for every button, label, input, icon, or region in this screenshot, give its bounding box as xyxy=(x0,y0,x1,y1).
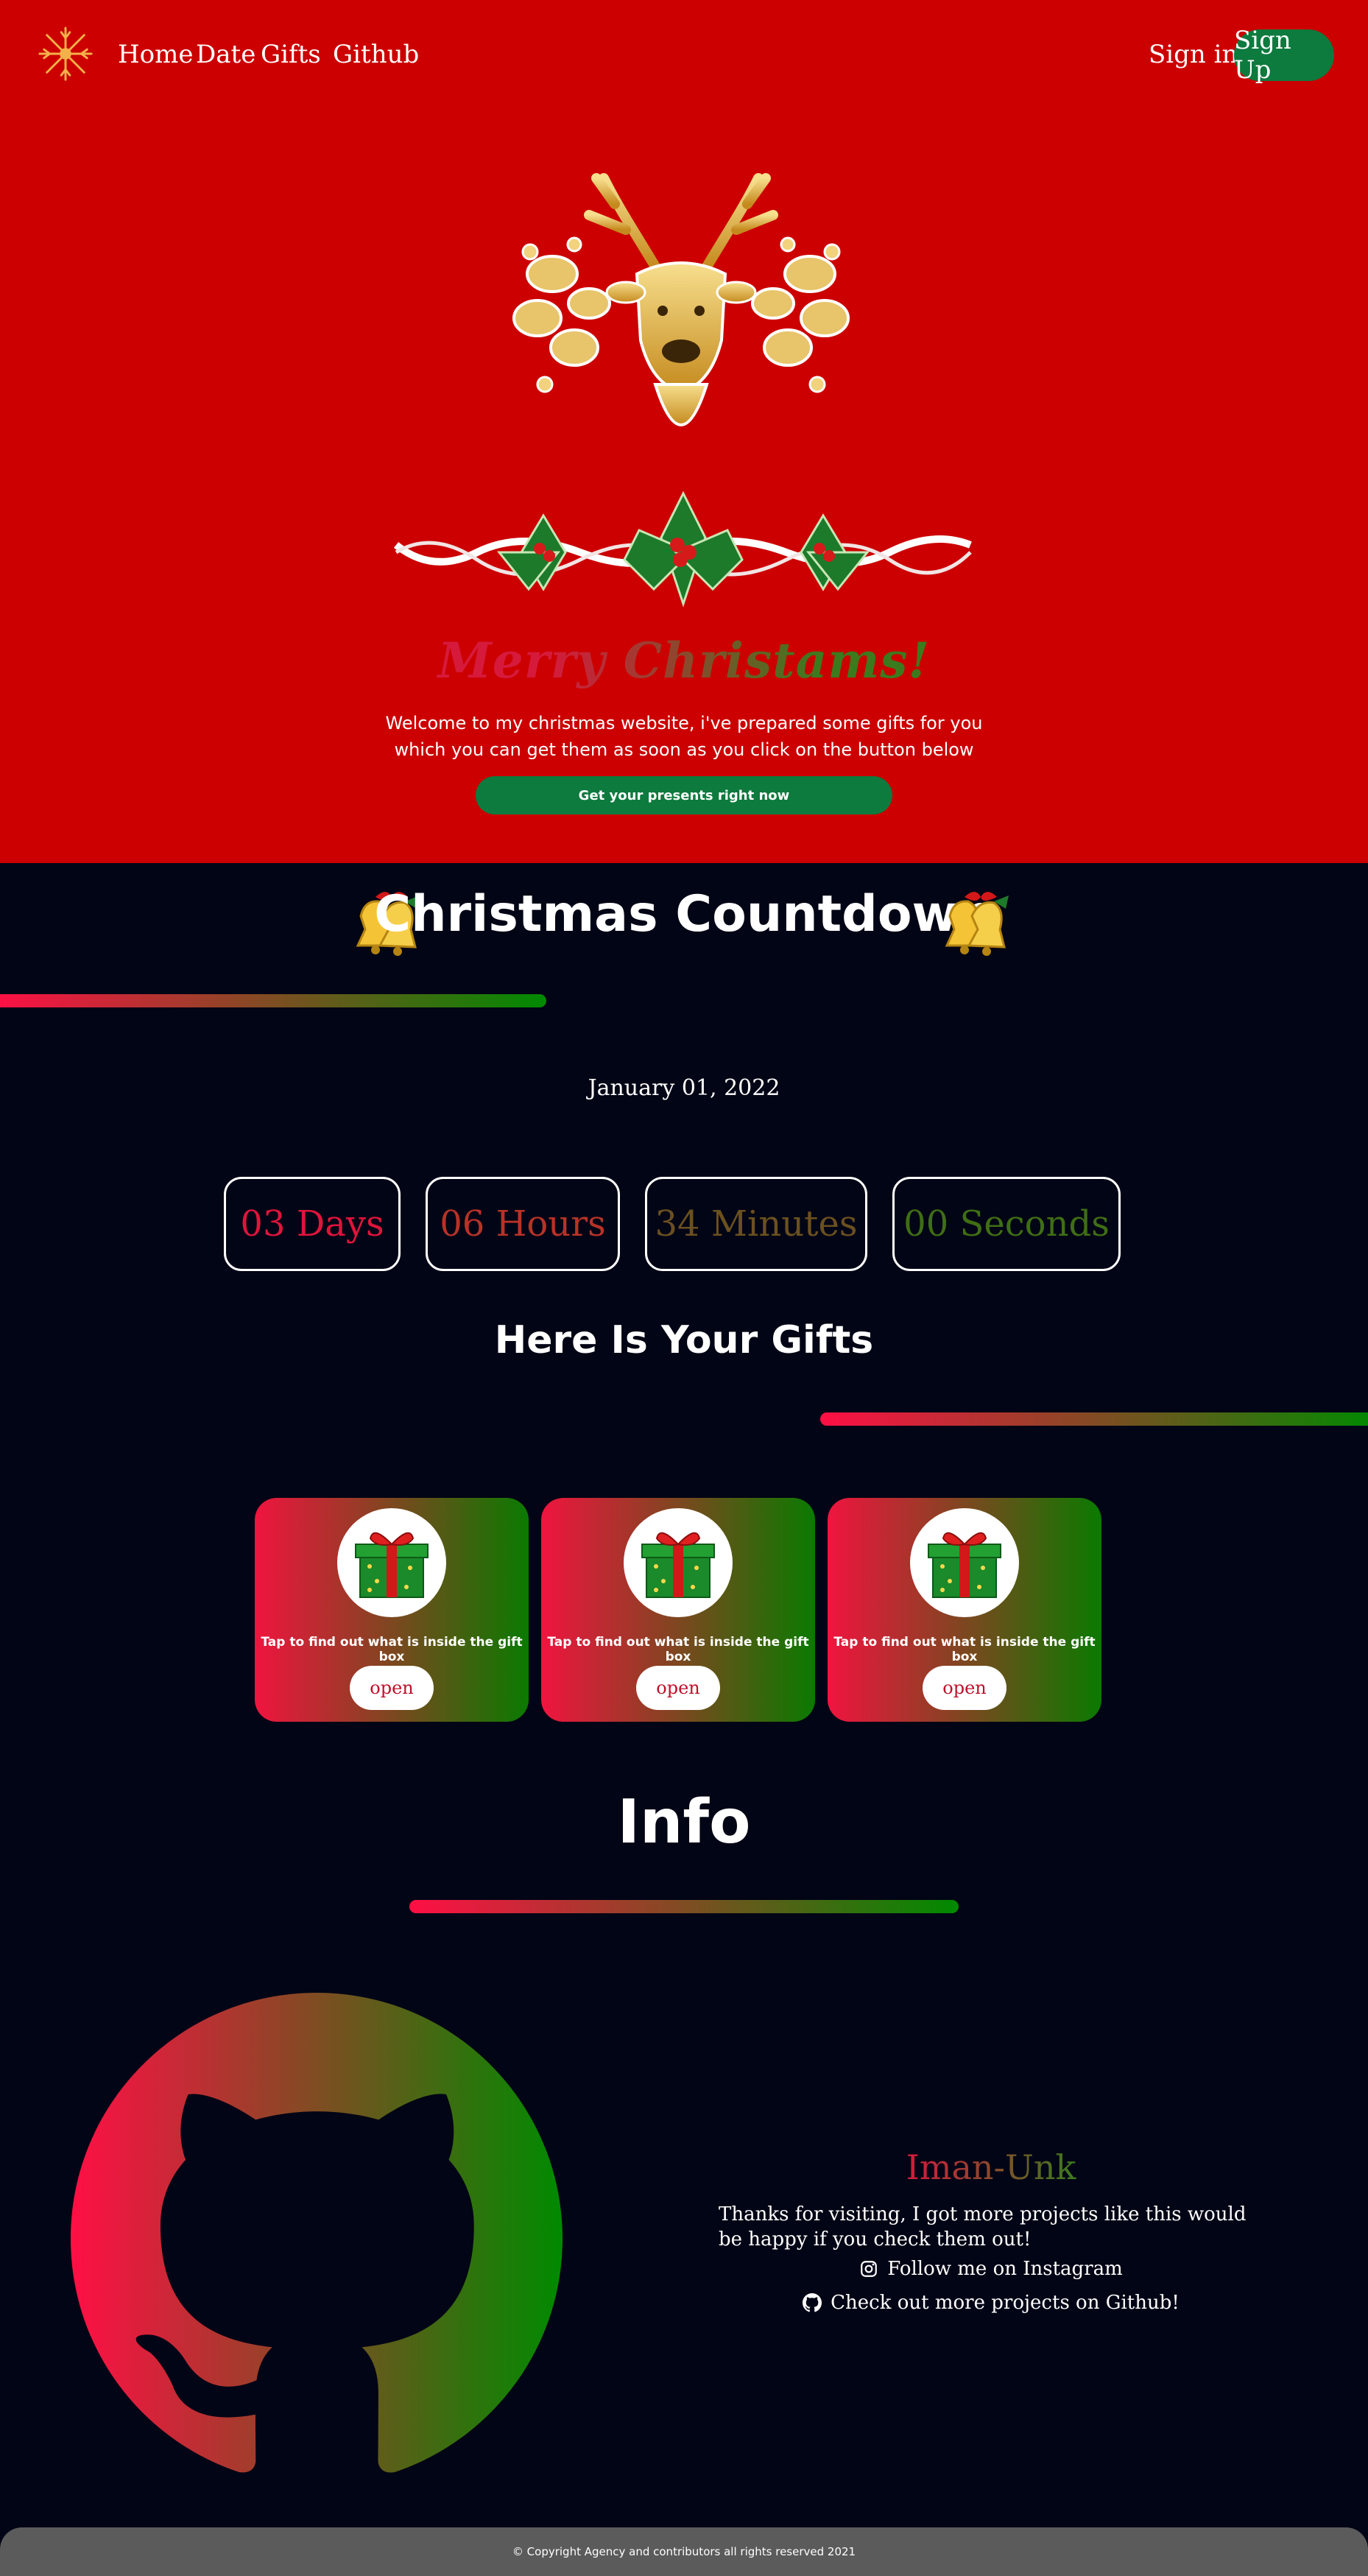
countdown-divider-bar xyxy=(0,994,546,1007)
footer-copyright: © Copyright Agency and contributors all … xyxy=(512,2545,856,2558)
christmas-bells-icon xyxy=(945,892,1009,956)
github-icon xyxy=(803,2293,822,2312)
gift-box-icon[interactable] xyxy=(624,1508,733,1617)
open-gift-button[interactable]: open xyxy=(923,1666,1006,1710)
nav-link-gifts[interactable]: Gifts xyxy=(261,37,321,72)
gift-card-text: Tap to find out what is inside the gift … xyxy=(261,1635,523,1664)
gift-box-icon[interactable] xyxy=(910,1508,1019,1617)
get-presents-button[interactable]: Get your presents right now xyxy=(476,776,892,814)
open-gift-button[interactable]: open xyxy=(350,1666,434,1710)
snowflake-logo-icon[interactable] xyxy=(37,25,94,82)
countdown-days-label: 03 Days xyxy=(240,1203,384,1245)
hero-title: Merry Christams! xyxy=(0,632,1368,689)
countdown-days: 03 Days xyxy=(224,1177,401,1271)
nav-link-date[interactable]: Date xyxy=(196,37,255,72)
nav-link-home[interactable]: Home xyxy=(118,37,193,72)
gifts-divider-bar xyxy=(820,1412,1368,1426)
sign-in-link[interactable]: Sign in xyxy=(1149,37,1238,72)
gift-card-text: Tap to find out what is inside the gift … xyxy=(547,1635,809,1664)
info-title: Info xyxy=(617,1787,751,1857)
gift-card: Tap to find out what is inside the gift … xyxy=(255,1498,529,1722)
info-divider-bar xyxy=(409,1900,959,1913)
github-projects-link[interactable]: Check out more projects on Github! xyxy=(719,2292,1263,2314)
countdown-date: January 01, 2022 xyxy=(588,1075,780,1101)
github-projects-link-label: Check out more projects on Github! xyxy=(831,2292,1180,2314)
countdown-seconds-label: 00 Seconds xyxy=(903,1203,1110,1245)
gifts-title: Here Is Your Gifts xyxy=(494,1318,874,1362)
gift-card: Tap to find out what is inside the gift … xyxy=(541,1498,815,1722)
holly-garland-icon xyxy=(393,490,972,608)
countdown-seconds: 00 Seconds xyxy=(892,1177,1121,1271)
nav-link-github[interactable]: Github xyxy=(333,37,419,72)
footer: © Copyright Agency and contributors all … xyxy=(0,2527,1368,2576)
countdown-title: Christmas Countdown xyxy=(374,885,994,943)
hero-welcome-text: Welcome to my christmas website, i've pr… xyxy=(385,713,983,760)
countdown-hours: 06 Hours xyxy=(426,1177,620,1271)
countdown-hours-label: 06 Hours xyxy=(440,1203,606,1245)
instagram-link-label: Follow me on Instagram xyxy=(887,2258,1123,2280)
countdown-minutes-label: 34 Minutes xyxy=(655,1203,858,1245)
sign-up-button[interactable]: Sign Up xyxy=(1234,26,1334,85)
author-name: Iman-Unk xyxy=(719,2147,1263,2187)
gift-card-text: Tap to find out what is inside the gift … xyxy=(833,1635,1096,1664)
hero-section: Home Date Gifts Github Sign in Sign Up M… xyxy=(0,0,1368,863)
reindeer-ornament-icon xyxy=(512,173,850,426)
countdown-minutes: 34 Minutes xyxy=(645,1177,867,1271)
open-gift-button[interactable]: open xyxy=(636,1666,720,1710)
instagram-link[interactable]: Follow me on Instagram xyxy=(719,2258,1263,2280)
info-thanks-text: Thanks for visiting, I got more projects… xyxy=(719,2203,1247,2251)
github-logo-icon xyxy=(71,1993,563,2473)
gift-box-icon[interactable] xyxy=(337,1508,446,1617)
instagram-icon xyxy=(861,2261,878,2277)
gift-card: Tap to find out what is inside the gift … xyxy=(828,1498,1101,1722)
